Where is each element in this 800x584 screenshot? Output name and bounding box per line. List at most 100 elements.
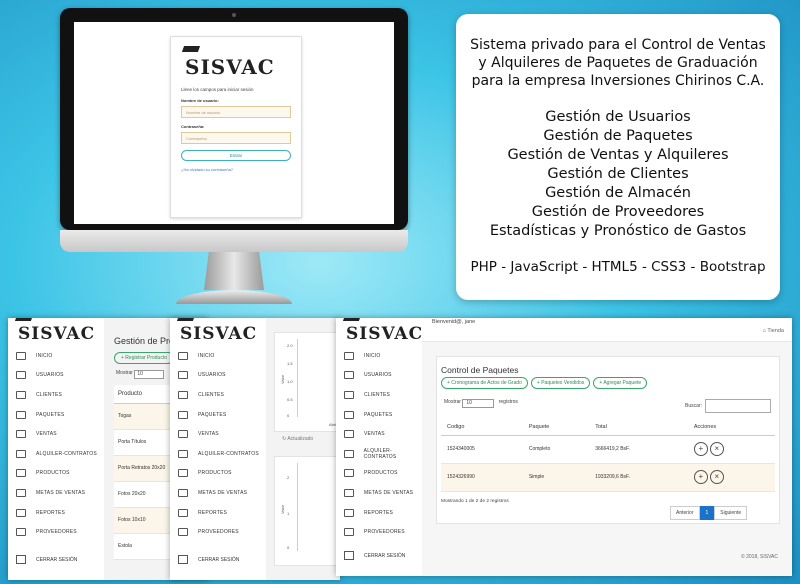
sidebar-item-productos[interactable]: PRODUCTOS bbox=[178, 464, 259, 484]
sidebar-item-proveedores[interactable]: PROVEEDORES bbox=[16, 522, 97, 542]
login-button[interactable]: Entrar bbox=[181, 150, 291, 161]
home-icon bbox=[178, 351, 188, 360]
sidebar-item-paquetes[interactable]: PAQUETES bbox=[178, 405, 259, 425]
logout-icon bbox=[178, 555, 188, 564]
column-header[interactable]: Total bbox=[589, 419, 688, 436]
sidebar-item-reportes[interactable]: REPORTES bbox=[16, 503, 97, 523]
updated-label: ↻ Actualizado bbox=[282, 436, 314, 442]
add-icon[interactable]: + bbox=[693, 470, 708, 484]
password-input[interactable]: Contraseña bbox=[181, 132, 291, 144]
cronograma-button[interactable]: + Cronograma de Actos de Grado bbox=[441, 377, 528, 389]
paquetes-screen: SISVAC INICIO USUARIOS CLIENTES PAQUETES… bbox=[336, 318, 792, 576]
sidebar-item-alquiler[interactable]: ALQUILER-CONTRATOS bbox=[16, 444, 97, 464]
welcome-text: Bienvenid@, jane bbox=[432, 319, 476, 325]
logo-text: SISVAC bbox=[185, 55, 275, 79]
page-1-button[interactable]: 1 bbox=[699, 506, 715, 520]
cart-icon bbox=[344, 430, 354, 439]
logout-icon bbox=[16, 555, 26, 564]
sidebar-item-reportes[interactable]: REPORTES bbox=[178, 503, 259, 523]
sidebar-item-metas[interactable]: METAS DE VENTAS bbox=[16, 483, 97, 503]
sidebar-item-paquetes[interactable]: PAQUETES bbox=[16, 405, 97, 425]
sidebar-item-reportes[interactable]: REPORTES bbox=[344, 503, 422, 523]
cart-icon bbox=[16, 430, 26, 439]
feature-item: Gestión de Paquetes bbox=[543, 128, 693, 144]
tick-label: 2.0 bbox=[287, 343, 293, 348]
sidebar-logo[interactable]: SISVAC bbox=[342, 318, 423, 344]
home-icon bbox=[16, 351, 26, 360]
sidebar-item-ventas[interactable]: VENTAS bbox=[344, 424, 422, 444]
add-icon[interactable]: + bbox=[693, 442, 708, 456]
sidebar-item-ventas[interactable]: VENTAS bbox=[16, 424, 97, 444]
logout-button[interactable]: CERRAR SESIÓN bbox=[344, 551, 405, 560]
graduation-cap-icon bbox=[342, 318, 362, 321]
feature-item: Gestión de Ventas y Alquileres bbox=[507, 147, 729, 163]
chart-icon bbox=[16, 508, 26, 517]
feature-item: Gestión de Clientes bbox=[547, 166, 689, 182]
chart-panel-top: Valor 2.0 1.5 1.0 0.5 0 Abril bbox=[274, 332, 340, 432]
forgot-password-link[interactable]: ¿Ha olvidado su contraseña? bbox=[181, 167, 291, 172]
sidebar-item-inicio[interactable]: INICIO bbox=[344, 346, 422, 366]
store-link[interactable]: ⌂ Tienda bbox=[763, 328, 784, 334]
monitor-chin bbox=[60, 230, 408, 252]
search-box: Buscar: bbox=[685, 399, 771, 413]
prev-page-button[interactable]: Anterior bbox=[670, 506, 700, 520]
monitor-base bbox=[176, 290, 292, 304]
sidebar-item-proveedores[interactable]: PROVEEDORES bbox=[178, 522, 259, 542]
info-card: Sistema privado para el Control de Venta… bbox=[456, 14, 780, 300]
cart-icon bbox=[178, 410, 188, 419]
column-header[interactable]: Codigo bbox=[441, 419, 523, 436]
sidebar-item-alquiler[interactable]: ALQUILER-CONTRATOS bbox=[344, 444, 422, 464]
username-input[interactable]: Nombre de usuario bbox=[181, 106, 291, 118]
sidebar-item-inicio[interactable]: INICIO bbox=[16, 346, 97, 366]
sidebar-item-metas[interactable]: METAS DE VENTAS bbox=[344, 483, 422, 503]
sidebar-item-clientes[interactable]: CLIENTES bbox=[16, 385, 97, 405]
tick-label: 0.5 bbox=[287, 397, 293, 402]
goals-icon bbox=[344, 488, 354, 497]
cart-icon bbox=[344, 449, 354, 458]
monitor-bezel: SISVAC Llene los campos para iniciar ses… bbox=[60, 8, 408, 230]
search-input[interactable] bbox=[705, 399, 771, 413]
sidebar-item-clientes[interactable]: CLIENTES bbox=[344, 385, 422, 405]
clients-icon bbox=[344, 390, 354, 399]
feature-item: Estadísticas y Pronóstico de Gastos bbox=[489, 223, 747, 239]
tech-stack: PHP - JavaScript - HTML5 - CSS3 - Bootst… bbox=[470, 259, 766, 275]
pagination: Anterior 1 Siguiente bbox=[670, 506, 748, 520]
sidebar-menu: INICIO USUARIOS CLIENTES PAQUETES VENTAS… bbox=[16, 346, 97, 542]
sidebar-item-proveedores[interactable]: PROVEEDORES bbox=[344, 522, 422, 542]
users-icon bbox=[16, 371, 26, 380]
sidebar-item-alquiler[interactable]: ALQUILER-CONTRATOS bbox=[178, 444, 259, 464]
sidebar-item-productos[interactable]: PRODUCTOS bbox=[344, 464, 422, 484]
cart-icon bbox=[178, 449, 188, 458]
chart-axis bbox=[297, 463, 298, 551]
next-page-button[interactable]: Siguiente bbox=[714, 506, 748, 520]
sidebar-item-clientes[interactable]: CLIENTES bbox=[178, 385, 259, 405]
add-product-button[interactable]: + Registrar Producto bbox=[114, 352, 174, 364]
add-package-button[interactable]: + Agregar Paquete bbox=[593, 377, 648, 389]
delete-icon[interactable]: × bbox=[709, 442, 724, 456]
entries-select[interactable]: 10 bbox=[134, 370, 165, 379]
entries-select[interactable]: 10 bbox=[462, 399, 495, 408]
sidebar-item-usuarios[interactable]: USUARIOS bbox=[178, 366, 259, 386]
logout-button[interactable]: CERRAR SESIÓN bbox=[178, 555, 239, 564]
sidebar-item-productos[interactable]: PRODUCTOS bbox=[16, 464, 97, 484]
column-header[interactable]: Paquete bbox=[522, 419, 590, 436]
sidebar-logo[interactable]: SISVAC bbox=[176, 318, 257, 344]
graduation-cap-icon bbox=[176, 318, 196, 321]
logout-button[interactable]: CERRAR SESIÓN bbox=[16, 555, 77, 564]
sidebar-item-usuarios[interactable]: USUARIOS bbox=[344, 366, 422, 386]
chart-panel-bottom: Valor 2 1 0 bbox=[274, 456, 340, 566]
sidebar-item-usuarios[interactable]: USUARIOS bbox=[16, 366, 97, 386]
product-icon bbox=[344, 469, 354, 478]
truck-icon bbox=[16, 528, 26, 537]
column-header[interactable]: Acciones bbox=[687, 419, 775, 436]
monitor-mockup: SISVAC Llene los campos para iniciar ses… bbox=[60, 8, 408, 308]
page-title: Control de Paquetes bbox=[441, 365, 519, 375]
sidebar-logo[interactable]: SISVAC bbox=[14, 318, 95, 344]
sidebar-item-inicio[interactable]: INICIO bbox=[178, 346, 259, 366]
paquetes-vendidos-button[interactable]: + Paquetes Vendidos bbox=[530, 377, 591, 389]
sidebar-item-metas[interactable]: METAS DE VENTAS bbox=[178, 483, 259, 503]
sidebar-item-paquetes[interactable]: PAQUETES bbox=[344, 405, 422, 425]
delete-icon[interactable]: × bbox=[709, 470, 724, 484]
reportes-main: Valor 2.0 1.5 1.0 0.5 0 Abril ↻ Actualiz… bbox=[266, 318, 340, 580]
sidebar-item-ventas[interactable]: VENTAS bbox=[178, 424, 259, 444]
